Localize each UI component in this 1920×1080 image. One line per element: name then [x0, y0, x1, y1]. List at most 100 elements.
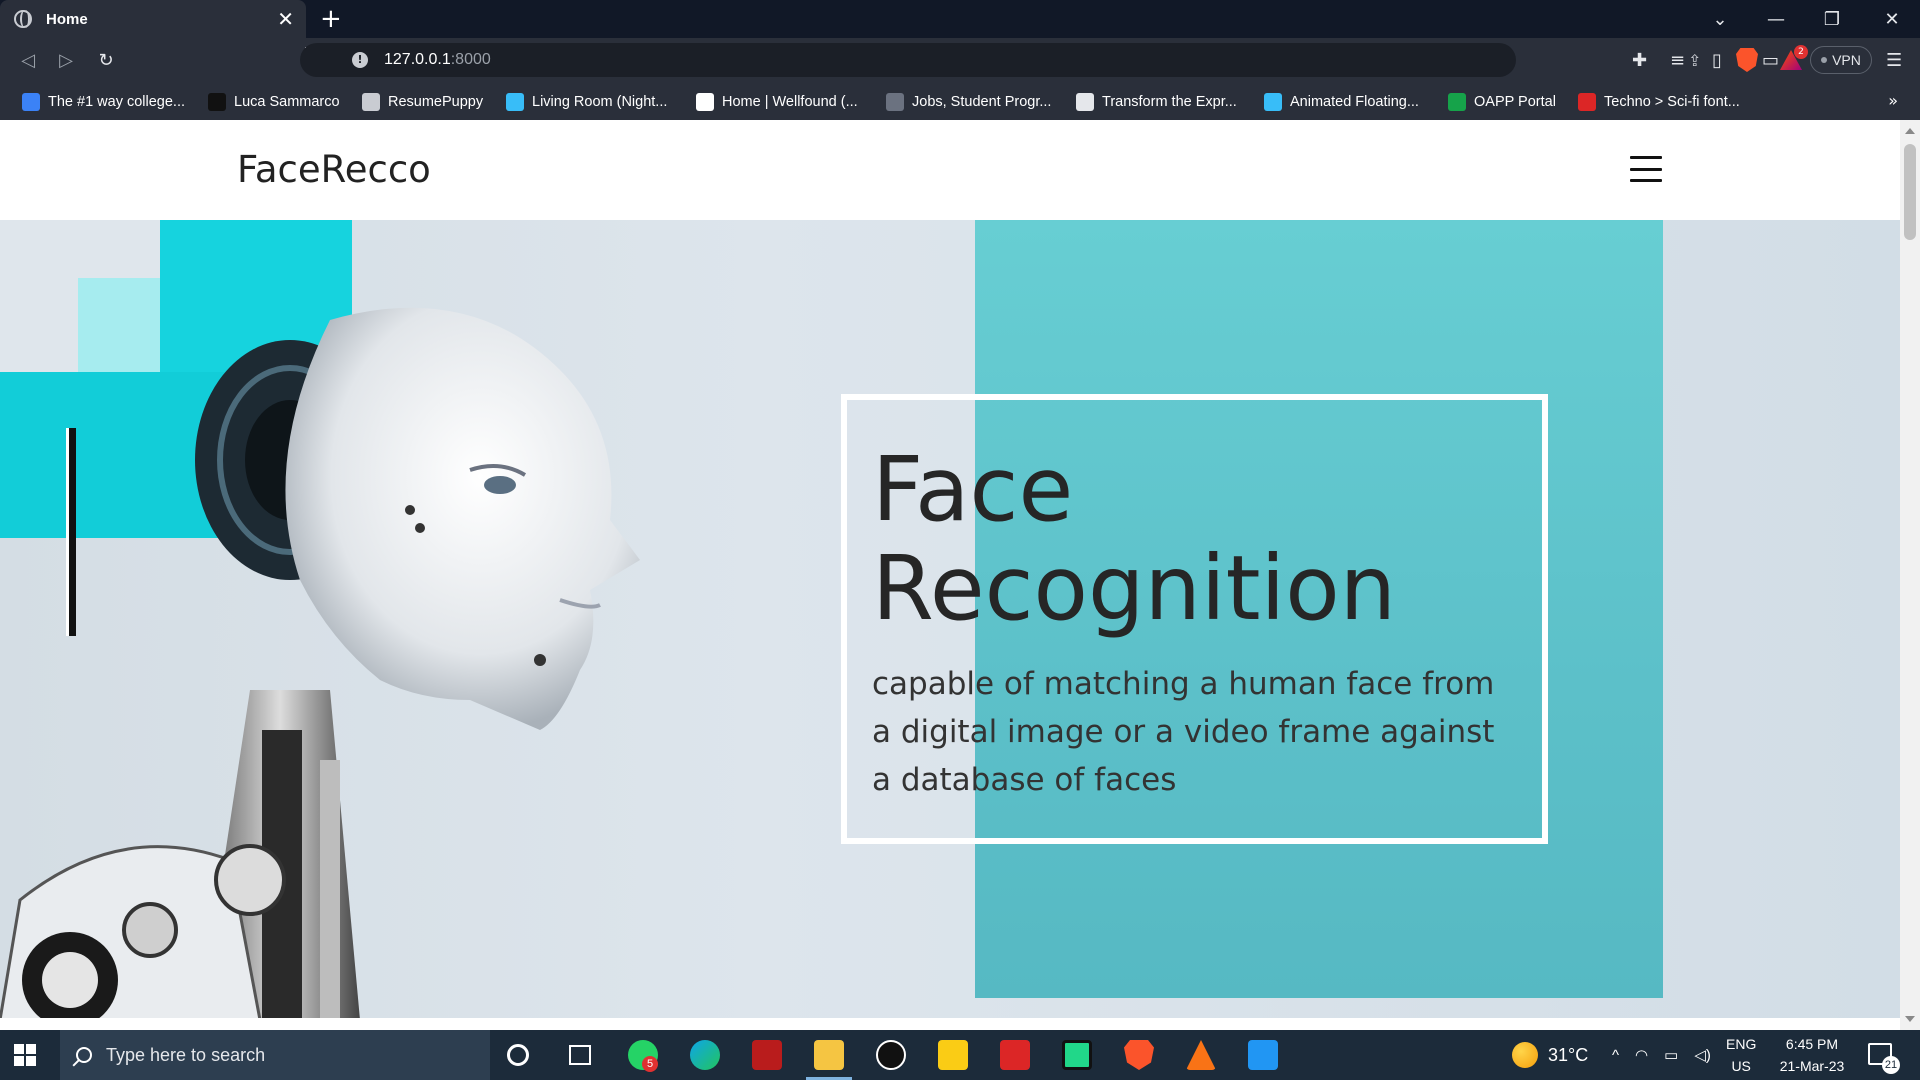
- pycharm-icon[interactable]: [1062, 1040, 1092, 1070]
- hero-subtitle: capable of matching a human face from a …: [872, 666, 1495, 798]
- playlist-icon[interactable]: ≡: [1670, 50, 1685, 71]
- bookmark-label: Home | Wellfound (...: [722, 94, 858, 110]
- vpn-button[interactable]: VPN: [1810, 46, 1872, 74]
- vlc-icon[interactable]: [1186, 1040, 1216, 1070]
- hero-card: Face Recognition capable of matching a hu…: [841, 394, 1548, 844]
- globe-icon: [14, 10, 32, 28]
- hero-section: Face Recognition capable of matching a hu…: [0, 220, 1900, 1018]
- search-icon: [76, 1047, 92, 1063]
- scroll-down-arrow-icon[interactable]: [1905, 1016, 1915, 1022]
- bookmark-item[interactable]: Techno > Sci-fi font...: [1578, 91, 1740, 113]
- tab-home[interactable]: Home ✕: [0, 0, 306, 38]
- globe-icon: [362, 93, 380, 111]
- address-bar[interactable]: ! 127.0.0.1:8000 ⇪ 2: [300, 43, 1808, 77]
- bookmark-item[interactable]: Jobs, Student Progr...: [886, 91, 1051, 113]
- extensions-icon[interactable]: ✚: [1632, 50, 1647, 71]
- bookmark-label: Living Room (Night...: [532, 94, 668, 110]
- game-app-icon[interactable]: [752, 1040, 782, 1070]
- new-tab-button[interactable]: +: [320, 5, 342, 33]
- windows-taskbar: Type here to search 5 31°C ^ ◠ ▭ ◁) ENG U…: [0, 1030, 1920, 1080]
- minimize-button[interactable]: —: [1748, 0, 1804, 38]
- wellfound-icon: [696, 93, 714, 111]
- url-text[interactable]: 127.0.0.1:8000: [384, 51, 491, 69]
- site-navbar: FaceRecco: [0, 120, 1900, 220]
- forward-button[interactable]: ▷: [52, 46, 80, 74]
- rewards-badge: 2: [1794, 45, 1808, 59]
- task-view-icon[interactable]: [569, 1045, 591, 1065]
- bookmark-icon-generic: [22, 93, 40, 111]
- bookmark-item[interactable]: Living Room (Night...: [506, 91, 667, 113]
- weather-widget[interactable]: 31°C: [1512, 1030, 1588, 1080]
- bookmark-label: Animated Floating...: [1290, 94, 1419, 110]
- windows-start-icon[interactable]: [14, 1044, 36, 1066]
- dollar-icon: [208, 93, 226, 111]
- sidebar-icon[interactable]: ▯: [1712, 50, 1722, 71]
- reload-button[interactable]: ↻: [92, 46, 120, 74]
- bookmark-label: Techno > Sci-fi font...: [1604, 94, 1740, 110]
- close-tab-icon[interactable]: ✕: [277, 9, 294, 29]
- ampersand-icon: [886, 93, 904, 111]
- wallet-icon[interactable]: ▭: [1762, 50, 1779, 71]
- brand-logo[interactable]: FaceRecco: [237, 148, 431, 191]
- scroll-up-arrow-icon[interactable]: [1905, 128, 1915, 134]
- search-placeholder: Type here to search: [106, 1044, 266, 1065]
- clock[interactable]: 6:45 PM 21-Mar-23: [1776, 1030, 1848, 1080]
- share-icon[interactable]: ⇪: [1688, 51, 1701, 70]
- blue-cube-icon: [506, 93, 524, 111]
- close-window-button[interactable]: ✕: [1864, 0, 1920, 38]
- browser-toolbar: ◁ ▷ ↻ ! 127.0.0.1:8000 ⇪ 2 ✚ ≡ ▯ ▭ VPN ☰: [0, 38, 1920, 82]
- bookmark-label: OAPP Portal: [1474, 94, 1556, 110]
- hero-title: Face Recognition: [872, 437, 1397, 640]
- notification-count: 21: [1882, 1056, 1900, 1074]
- dafont-icon: [1578, 93, 1596, 111]
- vscode-icon[interactable]: [1248, 1040, 1278, 1070]
- back-button[interactable]: ◁: [14, 46, 42, 74]
- bookmark-label: Jobs, Student Progr...: [912, 94, 1052, 110]
- brave-taskbar-icon[interactable]: [1124, 1040, 1154, 1070]
- weather-icon: [1512, 1042, 1538, 1068]
- bookmark-label: Luca Sammarco: [234, 94, 340, 110]
- robot-head-image: [0, 307, 640, 1018]
- taskbar-search-box[interactable]: Type here to search: [60, 1030, 490, 1080]
- scrollbar-thumb[interactable]: [1904, 144, 1916, 240]
- restore-button[interactable]: ❐: [1804, 0, 1860, 38]
- bookmark-item[interactable]: Transform the Expr...: [1076, 91, 1237, 113]
- bookmark-item[interactable]: Luca Sammarco: [208, 91, 340, 113]
- oapp-icon: [1448, 93, 1466, 111]
- file-explorer-icon[interactable]: [806, 1040, 852, 1080]
- bookmarks-bar: The #1 way college... Luca Sammarco Resume…: [0, 82, 1920, 120]
- wifi-icon[interactable]: ◠: [1635, 1046, 1648, 1064]
- system-tray-icons: ^ ◠ ▭ ◁): [1612, 1030, 1711, 1080]
- tab-title: Home: [46, 10, 88, 28]
- hamburger-menu-icon[interactable]: [1630, 156, 1662, 182]
- bookmark-item[interactable]: OAPP Portal: [1448, 91, 1556, 113]
- page-scrollbar[interactable]: [1900, 120, 1920, 1030]
- bookmark-label: The #1 way college...: [48, 94, 186, 110]
- tab-search-chevron-icon[interactable]: ⌄: [1692, 0, 1748, 38]
- battery-icon[interactable]: ▭: [1664, 1046, 1678, 1064]
- bookmark-item[interactable]: The #1 way college...: [22, 91, 185, 113]
- bookmark-label: ResumePuppy: [388, 94, 484, 110]
- brave-shields-icon[interactable]: [1736, 48, 1758, 72]
- whatsapp-badge: 5: [642, 1056, 658, 1072]
- edge-icon[interactable]: [690, 1040, 720, 1070]
- volume-icon[interactable]: ◁): [1694, 1046, 1711, 1064]
- blue-cube-icon: [1264, 93, 1282, 111]
- page-viewport: FaceRecco Face Recognition capable of ma…: [0, 120, 1920, 1030]
- bookmark-item[interactable]: ResumePuppy: [362, 91, 483, 113]
- decor-vertical-bar: [66, 428, 76, 636]
- language-indicator[interactable]: ENG US: [1726, 1030, 1756, 1080]
- sticky-notes-icon[interactable]: [938, 1040, 968, 1070]
- cortana-icon[interactable]: [507, 1044, 529, 1066]
- unreal-engine-icon[interactable]: [876, 1040, 906, 1070]
- site-info-icon[interactable]: !: [352, 52, 368, 68]
- bookmark-item[interactable]: Animated Floating...: [1264, 91, 1419, 113]
- menu-icon[interactable]: ☰: [1886, 50, 1902, 71]
- bookmark-item[interactable]: Home | Wellfound (...: [696, 91, 858, 113]
- acrobat-icon[interactable]: [1000, 1040, 1030, 1070]
- bookmark-label: Transform the Expr...: [1102, 94, 1237, 110]
- cc-icon: [1076, 93, 1094, 111]
- tab-strip: Home ✕ + ⌄ — ❐ ✕: [0, 0, 1920, 38]
- more-bookmarks-icon[interactable]: »: [1888, 91, 1898, 110]
- show-hidden-icons-icon[interactable]: ^: [1612, 1047, 1619, 1064]
